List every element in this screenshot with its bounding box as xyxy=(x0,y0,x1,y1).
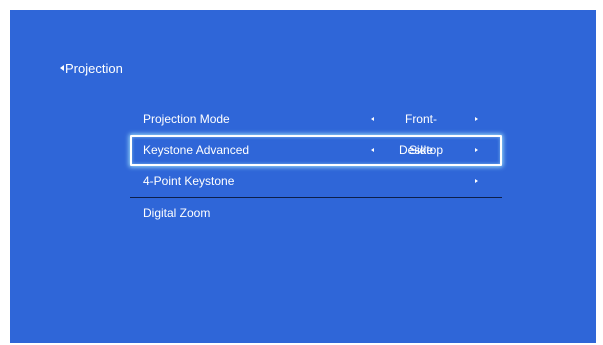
menu-item-label: Digital Zoom xyxy=(143,206,211,220)
menu-item-label: Keystone Advanced xyxy=(143,143,250,157)
menu-item-keystone-advanced[interactable]: Keystone Advanced Side xyxy=(130,135,502,166)
previous-option-icon[interactable] xyxy=(371,148,374,152)
previous-option-icon[interactable] xyxy=(371,117,374,121)
projector-osd-screen: Projection Projection Mode Front-Desktop… xyxy=(10,10,596,343)
menu-item-digital-zoom[interactable]: Digital Zoom xyxy=(130,198,502,229)
page-title: Projection xyxy=(65,60,123,76)
back-arrow-icon xyxy=(60,65,64,71)
next-option-icon[interactable] xyxy=(475,148,478,152)
menu-item-label: Projection Mode xyxy=(143,112,230,126)
menu-item-label: 4-Point Keystone xyxy=(143,174,235,188)
back-button[interactable]: Projection xyxy=(60,59,123,77)
menu-item-projection-mode[interactable]: Projection Mode Front-Desktop xyxy=(130,104,502,157)
next-option-icon[interactable] xyxy=(475,117,478,121)
menu-item-4-point-keystone[interactable]: 4-Point Keystone xyxy=(130,166,502,198)
menu-item-value: Side xyxy=(408,143,434,157)
projection-settings-menu: Projection Mode Front-Desktop Keystone A… xyxy=(130,104,502,229)
submenu-arrow-icon[interactable] xyxy=(475,179,478,183)
